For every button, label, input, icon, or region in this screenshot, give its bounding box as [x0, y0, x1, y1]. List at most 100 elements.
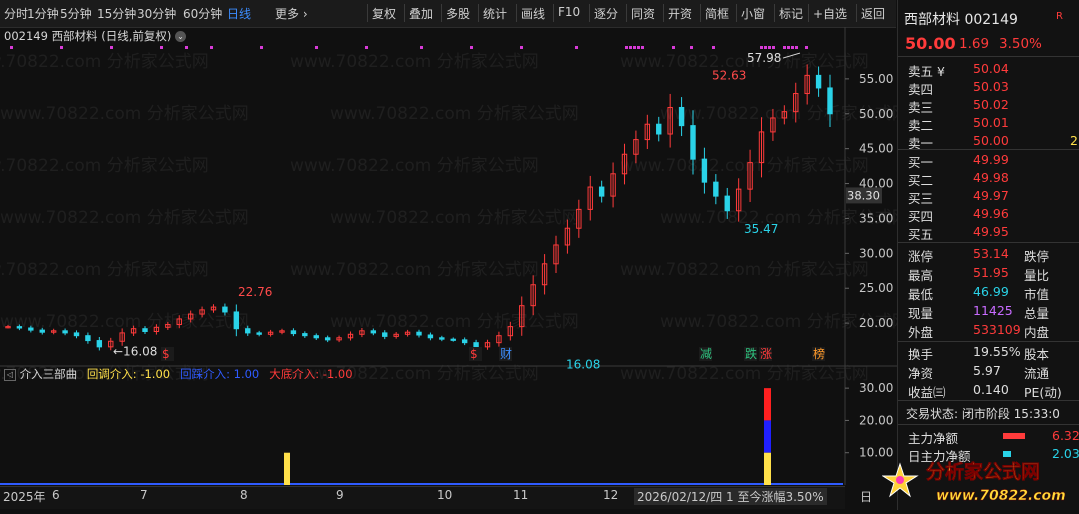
stat-right-label: 总量 — [1024, 306, 1050, 321]
event-marker[interactable]: 涨 — [760, 346, 772, 361]
watermark-text: www.70822.com 分析家公式网 — [0, 260, 209, 280]
event-marker[interactable]: $ — [470, 347, 478, 361]
candle-body — [85, 335, 91, 342]
period-label[interactable]: 日 — [860, 488, 872, 505]
tab-0[interactable]: 分时 — [4, 5, 28, 22]
watermark-text: www.70822.com 分析家公式网 — [620, 364, 869, 384]
stat2-label: 净资 — [908, 366, 934, 381]
tab-2[interactable]: 5分钟 — [60, 5, 92, 22]
candle-body — [815, 74, 822, 89]
site-logo: 分析家公式网 www.70822.com — [881, 450, 1079, 510]
indicator-name[interactable]: 介入三部曲 — [20, 367, 78, 381]
price-chart[interactable]: www.70822.com 分析家公式网 www.70822.com 分析家公式网… — [0, 27, 897, 487]
toolbar-separator — [589, 4, 590, 22]
candle-body — [39, 329, 45, 333]
tool-button-11[interactable]: 标记 — [779, 5, 803, 22]
toolbar-separator — [404, 4, 405, 22]
watermark-text: www.70822.com 分析家公式网 — [0, 52, 209, 72]
stat-value: 46.99 — [973, 284, 1009, 299]
tool-button-13[interactable]: 返回 — [861, 5, 885, 22]
quote-pct: 3.50% — [999, 36, 1042, 52]
tool-button-1[interactable]: 叠加 — [409, 5, 433, 22]
tool-button-3[interactable]: 统计 — [483, 5, 507, 22]
signal-dot — [60, 46, 63, 49]
collapse-icon[interactable]: ◁ — [4, 368, 16, 381]
signal-dot — [365, 46, 368, 49]
tool-button-12[interactable]: +自选 — [813, 5, 847, 22]
candle-body — [439, 337, 445, 340]
tool-button-6[interactable]: 逐分 — [594, 5, 618, 22]
signal-dot — [805, 46, 808, 49]
stat2-label: 收益㈢ — [908, 385, 946, 400]
tab-7[interactable]: 更多 › — [275, 5, 308, 22]
watermark-text: www.70822.com 分析家公式网 — [290, 260, 539, 280]
signal-dot — [315, 46, 318, 49]
indicator-bar — [284, 452, 290, 485]
signal-dot — [764, 46, 767, 49]
ask-label: 卖二 — [908, 118, 934, 133]
tool-button-8[interactable]: 开资 — [668, 5, 692, 22]
tool-button-9[interactable]: 简框 — [705, 5, 729, 22]
ask-price: 50.02 — [973, 97, 1009, 112]
candle-body — [678, 106, 685, 127]
tab-1[interactable]: 1分钟 — [27, 5, 59, 22]
stat2-right-label: 股本 — [1024, 347, 1050, 362]
tool-button-0[interactable]: 复权 — [372, 5, 396, 22]
flow-bar — [1003, 433, 1025, 439]
candle-body — [701, 158, 708, 183]
candle-body — [370, 330, 377, 334]
signal-dot — [795, 46, 798, 49]
indicator-legend: ◁ 介入三部曲 回调介入: -1.00 回踩介入: 1.00 大底介入: -1.00 — [4, 366, 363, 382]
trade-status: 交易状态: 闭市阶段 15:33:0 — [906, 407, 1060, 421]
stat-right-label: 市值 — [1024, 287, 1050, 302]
toolbar-separator — [626, 4, 627, 22]
candle-body — [28, 327, 34, 331]
tool-button-10[interactable]: 小窗 — [741, 5, 765, 22]
annotation-peak1: 52.63 — [712, 68, 746, 82]
logo-url: www.70822.com — [936, 488, 1066, 504]
cursor-status: 2026/02/12/四 1 至今涨幅3.50% — [634, 488, 827, 505]
signal-dot — [575, 46, 578, 49]
candle-body — [827, 87, 833, 115]
event-marker[interactable]: 榜 — [813, 346, 825, 361]
toolbar-separator — [553, 4, 554, 22]
watermark-text: www.70822.com 分析家公式网 — [620, 156, 869, 176]
candle-body — [598, 186, 605, 197]
watermark-text: www.70822.com 分析家公式网 — [290, 156, 539, 176]
tool-button-4[interactable]: 画线 — [521, 5, 545, 22]
top-toolbar: 分时 1分钟 5分钟 15分钟 30分钟 60分钟 日线 更多 › 复权 叠加 多股 统计 画线 F10 逐… — [0, 0, 896, 28]
tool-button-2[interactable]: 多股 — [446, 5, 470, 22]
tool-button-5[interactable]: F10 — [558, 5, 580, 19]
tab-3[interactable]: 15分钟 — [97, 5, 136, 22]
tab-6[interactable]: 日线 — [227, 5, 251, 22]
signal-dot — [637, 46, 640, 49]
indicator-bar-red — [764, 388, 771, 421]
candle-body — [290, 330, 297, 335]
ask-price: 50.00 — [973, 133, 1009, 148]
date-axis-label: 7 — [140, 488, 148, 502]
signal-dot — [641, 46, 644, 49]
tab-5[interactable]: 60分钟 — [183, 5, 222, 22]
stat-right-label: 量比 — [1024, 268, 1050, 283]
bid-price: 49.96 — [973, 206, 1009, 221]
candle-body — [233, 311, 240, 330]
toolbar-separator — [808, 4, 809, 22]
candle-body — [96, 340, 103, 348]
signal-dot — [625, 46, 628, 49]
bid-price: 49.99 — [973, 152, 1009, 167]
flow-value: 6.32 — [1052, 428, 1079, 443]
tool-button-7[interactable]: 同资 — [631, 5, 655, 22]
event-marker[interactable]: $ — [162, 347, 170, 361]
r-badge: R — [1056, 11, 1063, 22]
event-marker[interactable]: 减 — [700, 347, 712, 361]
watermark-text: www.70822.com 分析家公式网 — [0, 208, 249, 228]
event-marker[interactable]: 跌 — [745, 346, 757, 361]
event-marker[interactable]: 财 — [500, 347, 512, 361]
tab-4[interactable]: 30分钟 — [137, 5, 176, 22]
signal-dot — [712, 46, 715, 49]
annotation-low2: 16.08 — [566, 357, 600, 371]
watermark-text: www.70822.com 分析家公式网 — [0, 104, 249, 124]
annotation-low1: ←16.08 — [113, 344, 157, 358]
candle-body — [656, 123, 662, 135]
ask-label: 卖五 ¥ — [908, 64, 945, 79]
